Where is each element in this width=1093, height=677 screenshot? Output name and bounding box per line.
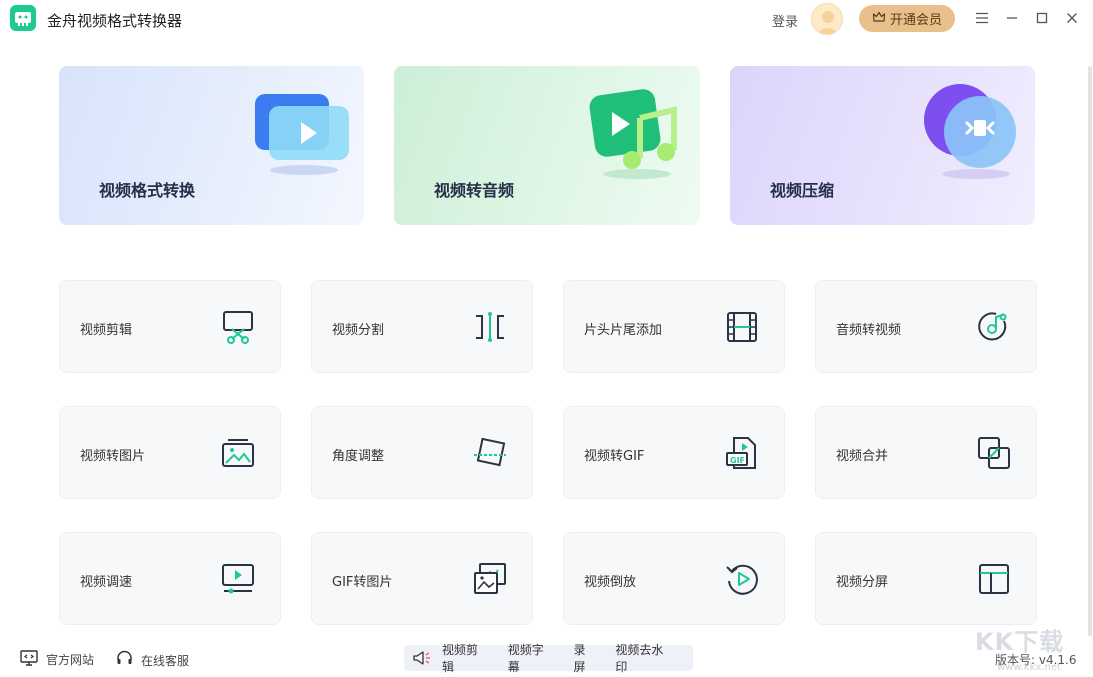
tile-label: GIF转图片	[332, 575, 393, 590]
tile-angle-adjust[interactable]: 角度调整	[311, 406, 533, 499]
tile-video-reverse[interactable]: 视频倒放	[563, 532, 785, 625]
watermark-url: www.kkx.net	[997, 662, 1061, 673]
tile-intro-outro[interactable]: 片头片尾添加	[563, 280, 785, 373]
split-screen-icon	[976, 561, 1012, 597]
image-icon	[220, 435, 256, 471]
maximize-icon[interactable]	[1033, 9, 1051, 27]
card-label: 视频压缩	[770, 181, 835, 200]
tile-split-screen[interactable]: 视频分屏	[815, 532, 1037, 625]
quick-toolbar: 视频剪辑 视频字幕 录屏 视频去水印	[404, 643, 693, 674]
tile-label: 视频调速	[80, 575, 133, 590]
customer-service-link[interactable]: 在线客服	[116, 650, 189, 670]
reverse-play-icon	[724, 561, 760, 597]
card-label: 视频转音频	[434, 181, 515, 200]
avatar[interactable]	[811, 3, 843, 35]
tile-label: 音频转视频	[836, 323, 902, 338]
tile-label: 视频分割	[332, 323, 385, 338]
tile-label: 视频分屏	[836, 575, 889, 590]
tile-label: 视频剪辑	[80, 323, 133, 338]
app-logo-icon	[10, 5, 36, 31]
gif-file-icon: GIF	[724, 435, 760, 471]
svg-text:GIF: GIF	[730, 456, 745, 465]
split-icon	[472, 309, 508, 345]
menu-icon[interactable]	[973, 9, 991, 27]
website-label: 官方网站	[46, 653, 95, 667]
toolbar-item-subtitles[interactable]: 视频字幕	[508, 641, 556, 675]
tile-label: 角度调整	[332, 449, 385, 464]
monitor-icon	[20, 650, 38, 669]
tile-label: 片头片尾添加	[584, 323, 663, 338]
card-video-format-convert[interactable]: 视频格式转换	[59, 66, 364, 225]
merge-icon	[976, 435, 1012, 471]
vip-label: 开通会员	[889, 13, 942, 28]
scrollbar[interactable]	[1088, 66, 1092, 636]
music-disc-icon	[976, 309, 1012, 345]
tile-video-split[interactable]: 视频分割	[311, 280, 533, 373]
compress-icon	[918, 80, 1028, 184]
music-note-icon	[582, 82, 692, 186]
tile-video-speed[interactable]: 视频调速	[59, 532, 281, 625]
film-strip-icon	[724, 309, 760, 345]
tile-label: 视频转图片	[80, 449, 146, 464]
megaphone-icon	[412, 650, 432, 666]
video-play-icon	[249, 88, 359, 182]
login-link[interactable]: 登录	[772, 11, 798, 30]
crown-icon	[872, 10, 886, 28]
close-icon[interactable]	[1063, 9, 1081, 27]
title-bar: 金舟视频格式转换器 登录 开通会员	[0, 0, 1093, 38]
official-website-link[interactable]: 官方网站	[20, 650, 94, 669]
toolbar-item-screen-record[interactable]: 录屏	[573, 641, 597, 675]
rotate-frame-icon	[472, 435, 508, 471]
tile-gif-to-image[interactable]: GIF转图片	[311, 532, 533, 625]
service-label: 在线客服	[141, 653, 190, 668]
card-video-compress[interactable]: 视频压缩	[730, 66, 1035, 225]
tile-label: 视频转GIF	[584, 449, 645, 464]
vip-button[interactable]: 开通会员	[859, 5, 955, 32]
tile-video-to-gif[interactable]: 视频转GIF GIF	[563, 406, 785, 499]
tile-label: 视频倒放	[584, 575, 637, 590]
card-label: 视频格式转换	[99, 181, 196, 200]
tile-video-merge[interactable]: 视频合并	[815, 406, 1037, 499]
scissors-icon	[220, 309, 256, 345]
tile-video-to-image[interactable]: 视频转图片	[59, 406, 281, 499]
tile-audio-to-video[interactable]: 音频转视频	[815, 280, 1037, 373]
card-video-to-audio[interactable]: 视频转音频	[394, 66, 700, 225]
gallery-icon	[472, 561, 508, 597]
tile-video-edit[interactable]: 视频剪辑	[59, 280, 281, 373]
tile-label: 视频合并	[836, 449, 889, 464]
app-title: 金舟视频格式转换器	[47, 12, 183, 30]
speed-screen-icon	[220, 561, 256, 597]
toolbar-item-remove-watermark[interactable]: 视频去水印	[615, 641, 675, 675]
minimize-icon[interactable]	[1003, 9, 1021, 27]
headset-icon	[116, 650, 133, 670]
toolbar-item-video-edit[interactable]: 视频剪辑	[442, 641, 490, 675]
